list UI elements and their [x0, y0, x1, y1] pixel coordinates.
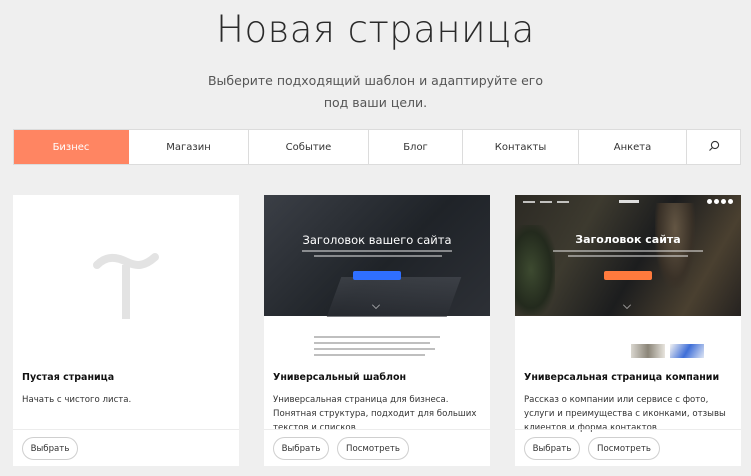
preview-hero-image: Заголовок сайта	[515, 195, 741, 316]
tab-shop[interactable]: Магазин	[129, 130, 249, 164]
template-preview[interactable]	[13, 195, 239, 358]
preview-hero-image: Заголовок вашего сайта	[264, 195, 490, 317]
search-icon	[708, 140, 720, 155]
tab-business[interactable]: Бизнес	[14, 130, 129, 164]
tab-contacts[interactable]: Контакты	[463, 130, 579, 164]
search-button[interactable]	[687, 130, 740, 164]
tab-survey[interactable]: Анкета	[579, 130, 687, 164]
template-card-company[interactable]: Заголовок сайта Универсальная страница к…	[515, 195, 741, 466]
preview-button[interactable]: Посмотреть	[337, 437, 409, 460]
select-button[interactable]: Выбрать	[524, 437, 580, 460]
template-preview[interactable]: Заголовок вашего сайта	[264, 195, 490, 358]
preview-heading: Заголовок сайта	[575, 233, 681, 246]
tab-blog[interactable]: Блог	[369, 130, 463, 164]
select-button[interactable]: Выбрать	[22, 437, 78, 460]
chevron-down-icon	[623, 301, 631, 309]
template-card-universal[interactable]: Заголовок вашего сайта Универсальный шаб…	[264, 195, 490, 466]
preview-nav	[523, 199, 733, 207]
category-tabs: Бизнес Магазин Событие Блог Контакты Анк…	[13, 129, 741, 165]
preview-body-text	[314, 336, 440, 358]
card-title: Универсальная страница компании	[524, 372, 720, 383]
card-title: Пустая страница	[22, 372, 115, 383]
preview-cta	[353, 271, 401, 280]
preview-button[interactable]: Посмотреть	[588, 437, 660, 460]
tab-event[interactable]: Событие	[249, 130, 369, 164]
select-button[interactable]: Выбрать	[273, 437, 329, 460]
template-card-blank[interactable]: Пустая страница Начать с чистого листа. …	[13, 195, 239, 466]
preview-thumbnails	[631, 344, 704, 358]
page-title: Новая страница	[216, 8, 535, 51]
preview-cta	[604, 271, 652, 280]
template-preview[interactable]: Заголовок сайта	[515, 195, 741, 358]
page-subtitle: Выберите подходящий шаблон и адаптируйте…	[207, 73, 544, 110]
preview-heading: Заголовок вашего сайта	[302, 233, 452, 247]
card-description: Начать с чистого листа.	[22, 395, 132, 405]
card-title: Универсальный шаблон	[273, 372, 407, 383]
